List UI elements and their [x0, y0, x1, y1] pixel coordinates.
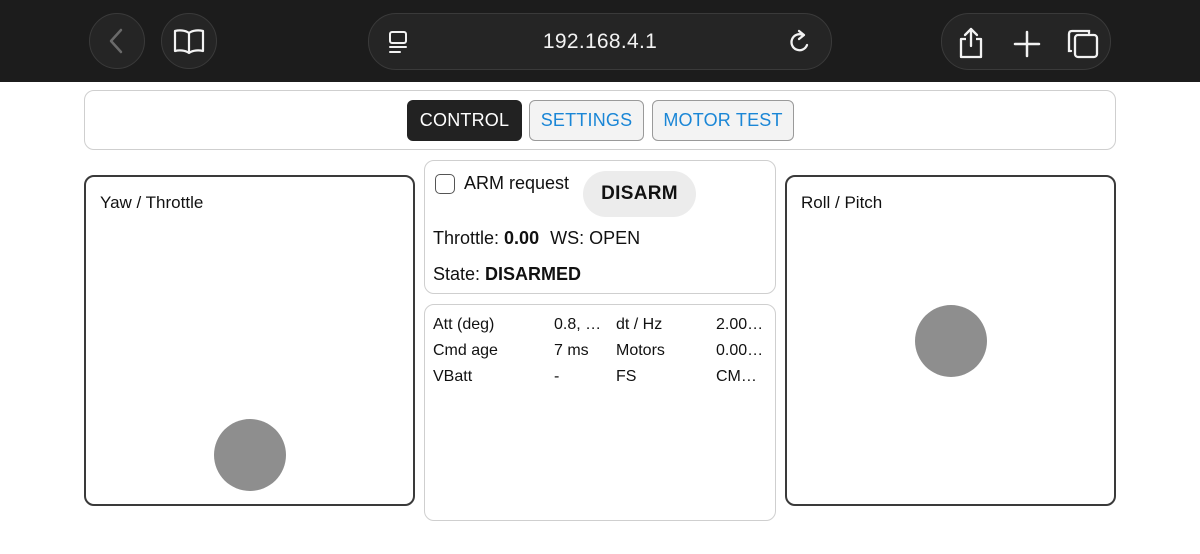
- telemetry-value: CM…: [716, 368, 757, 385]
- address-bar[interactable]: 192.168.4.1: [368, 13, 832, 70]
- telemetry-label: FS: [616, 368, 637, 385]
- telemetry-label: dt / Hz: [616, 316, 663, 333]
- tab-settings[interactable]: SETTINGS: [529, 100, 644, 141]
- throttle-line: Throttle: 0.00 WS: OPEN: [433, 228, 640, 249]
- telemetry-label: Motors: [616, 342, 665, 359]
- telemetry-value: 0.8, …: [554, 316, 602, 333]
- chevron-left-icon: [109, 28, 123, 54]
- tab-motor-test[interactable]: MOTOR TEST: [652, 100, 794, 141]
- throttle-value: 0.00: [504, 228, 540, 248]
- arm-request-row[interactable]: ARM request: [435, 173, 569, 194]
- telemetry-label: VBatt: [433, 368, 473, 385]
- back-button[interactable]: [89, 13, 145, 69]
- throttle-label: Throttle:: [433, 228, 500, 248]
- tab-control[interactable]: CONTROL: [407, 100, 522, 141]
- ws-value: OPEN: [589, 228, 641, 248]
- book-icon: [173, 29, 205, 55]
- joystick-label: Yaw / Throttle: [100, 193, 204, 212]
- browser-actions: [941, 13, 1111, 70]
- arm-request-checkbox[interactable]: [435, 173, 455, 194]
- state-line: State: DISARMED: [433, 264, 581, 285]
- telemetry-value: 2.00…: [716, 316, 764, 333]
- arm-request-label[interactable]: ARM request: [464, 173, 569, 194]
- browser-toolbar: 192.168.4.1: [0, 0, 1200, 82]
- roll-pitch-joystick[interactable]: Roll / Pitch: [785, 175, 1116, 506]
- state-label: State:: [433, 264, 481, 284]
- ws-label: WS:: [550, 228, 585, 248]
- joystick-label: Roll / Pitch: [801, 193, 883, 212]
- tabs-icon[interactable]: [1066, 28, 1100, 60]
- status-card: ARM request DISARM Throttle: 0.00 WS: OP…: [424, 160, 776, 294]
- tab-bar: CONTROL SETTINGS MOTOR TEST: [84, 90, 1116, 150]
- telemetry-card: Att (deg) 0.8, … dt / Hz 2.00… Cmd age 7…: [424, 304, 776, 521]
- telemetry-value: -: [554, 368, 560, 385]
- yaw-throttle-joystick[interactable]: Yaw / Throttle: [84, 175, 415, 506]
- reload-icon[interactable]: [787, 28, 813, 56]
- share-icon[interactable]: [956, 26, 986, 60]
- telemetry-value: 0.00…: [716, 342, 764, 359]
- telemetry-label: Cmd age: [433, 342, 498, 359]
- telemetry-label: Att (deg): [433, 316, 495, 333]
- bookmarks-button[interactable]: [161, 13, 217, 69]
- address-text[interactable]: 192.168.4.1: [369, 30, 831, 54]
- plus-icon[interactable]: [1013, 30, 1041, 58]
- joystick-knob[interactable]: [915, 305, 987, 377]
- joystick-knob[interactable]: [214, 419, 286, 491]
- disarm-button[interactable]: DISARM: [583, 171, 696, 217]
- state-value: DISARMED: [485, 264, 582, 284]
- telemetry-value: 7 ms: [554, 342, 589, 359]
